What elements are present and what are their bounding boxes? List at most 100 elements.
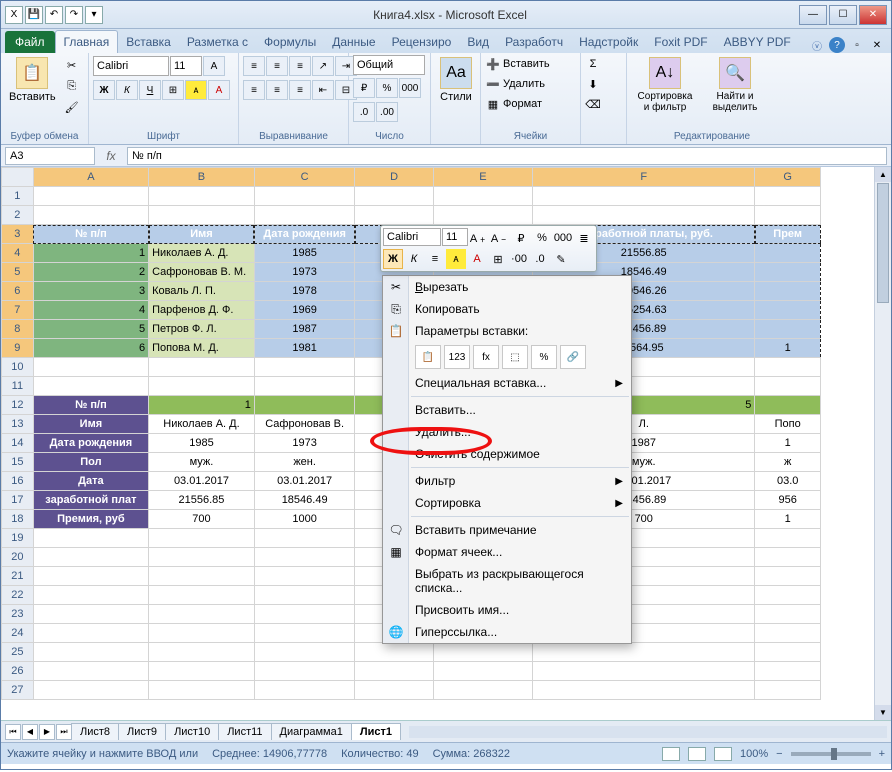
- row-header-3[interactable]: 3: [2, 225, 34, 244]
- ctx-format-cells[interactable]: ▦Формат ячеек...: [383, 541, 631, 563]
- cell-G22[interactable]: [755, 586, 821, 605]
- row-header-14[interactable]: 14: [2, 434, 34, 453]
- cell-G12[interactable]: [755, 396, 821, 415]
- cell-B23[interactable]: [149, 605, 255, 624]
- cell-B2[interactable]: [149, 206, 255, 225]
- align-mid-icon[interactable]: ≡: [266, 56, 288, 76]
- col-header-E[interactable]: E: [433, 168, 532, 187]
- copy-icon[interactable]: ⎘: [62, 76, 82, 96]
- tab-data[interactable]: Данные: [324, 31, 383, 53]
- font-size-combo[interactable]: 11: [170, 56, 202, 76]
- ribbon-options-icon[interactable]: ▫: [849, 37, 865, 53]
- mini-font-combo[interactable]: Calibri: [383, 228, 441, 246]
- ctx-paste-special[interactable]: Специальная вставка...▶: [383, 372, 631, 394]
- row-header-27[interactable]: 27: [2, 681, 34, 700]
- mini-currency-icon[interactable]: ₽: [511, 228, 531, 248]
- clear-button[interactable]: ⌫: [585, 96, 601, 112]
- cell-B21[interactable]: [149, 567, 255, 586]
- zoom-in-icon[interactable]: +: [879, 748, 885, 760]
- col-header-F[interactable]: F: [533, 168, 755, 187]
- cell-G19[interactable]: [755, 529, 821, 548]
- cell-A25[interactable]: [33, 643, 148, 662]
- cell-C2[interactable]: [254, 206, 355, 225]
- styles-button[interactable]: Aa Стили: [435, 55, 477, 105]
- align-top-icon[interactable]: ≡: [243, 56, 265, 76]
- sort-filter-button[interactable]: A↓ Сортировка и фильтр: [631, 55, 699, 115]
- cell-B13[interactable]: Николаев А. Д.: [149, 415, 255, 434]
- cell-C26[interactable]: [254, 662, 355, 681]
- cell-F26[interactable]: [533, 662, 755, 681]
- mini-format-painter-icon[interactable]: ✎: [551, 249, 571, 269]
- dec-decimal-icon[interactable]: .00: [376, 102, 398, 122]
- cell-B20[interactable]: [149, 548, 255, 567]
- cell-B16[interactable]: 03.01.2017: [149, 472, 255, 491]
- cell-C5[interactable]: 1973: [254, 263, 355, 282]
- cell-A1[interactable]: [33, 187, 148, 206]
- tab-addins[interactable]: Надстройк: [571, 31, 646, 53]
- cell-F25[interactable]: [533, 643, 755, 662]
- cell-F2[interactable]: [533, 206, 755, 225]
- doc-close-icon[interactable]: ✕: [869, 37, 885, 53]
- orientation-icon[interactable]: ↗: [312, 56, 334, 76]
- scroll-thumb[interactable]: [877, 183, 889, 303]
- cell-A17[interactable]: заработной плат: [33, 491, 148, 510]
- minimize-button[interactable]: —: [799, 5, 827, 25]
- row-header-12[interactable]: 12: [2, 396, 34, 415]
- paste-opt-transpose-icon[interactable]: ⬚: [502, 345, 528, 369]
- cell-A18[interactable]: Премия, руб: [33, 510, 148, 529]
- cell-B24[interactable]: [149, 624, 255, 643]
- cell-C6[interactable]: 1978: [254, 282, 355, 301]
- cell-B14[interactable]: 1985: [149, 434, 255, 453]
- align-left-icon[interactable]: ≡: [243, 80, 265, 100]
- paste-opt-all-icon[interactable]: 📋: [415, 345, 441, 369]
- cell-A15[interactable]: Пол: [33, 453, 148, 472]
- cell-G15[interactable]: ж: [755, 453, 821, 472]
- mini-fill-color-icon[interactable]: ᴀ: [446, 249, 466, 269]
- minimize-ribbon-icon[interactable]: ⓥ: [809, 37, 825, 53]
- delete-cells-button[interactable]: ➖Удалить: [485, 76, 545, 92]
- align-right-icon[interactable]: ≡: [289, 80, 311, 100]
- cell-C21[interactable]: [254, 567, 355, 586]
- row-header-8[interactable]: 8: [2, 320, 34, 339]
- cell-F1[interactable]: [533, 187, 755, 206]
- tab-formulas[interactable]: Формулы: [256, 31, 324, 53]
- row-header-6[interactable]: 6: [2, 282, 34, 301]
- cell-G1[interactable]: [755, 187, 821, 206]
- cell-G14[interactable]: 1: [755, 434, 821, 453]
- cell-B4[interactable]: Николаев А. Д.: [149, 244, 255, 263]
- cell-A2[interactable]: [33, 206, 148, 225]
- cell-D1[interactable]: [355, 187, 433, 206]
- cell-G4[interactable]: [755, 244, 821, 263]
- bold-button[interactable]: Ж: [93, 80, 115, 100]
- cell-C16[interactable]: 03.01.2017: [254, 472, 355, 491]
- page-layout-view-icon[interactable]: [688, 747, 706, 761]
- cell-G23[interactable]: [755, 605, 821, 624]
- cell-G3[interactable]: Прем: [755, 225, 821, 244]
- cell-E1[interactable]: [433, 187, 532, 206]
- zoom-level[interactable]: 100%: [740, 748, 768, 760]
- sheet-nav-prev-icon[interactable]: ◀: [22, 724, 38, 740]
- tab-review[interactable]: Рецензиро: [384, 31, 460, 53]
- cell-C24[interactable]: [254, 624, 355, 643]
- row-header-16[interactable]: 16: [2, 472, 34, 491]
- format-cells-button[interactable]: ▦Формат: [485, 96, 542, 112]
- cell-B25[interactable]: [149, 643, 255, 662]
- cell-C20[interactable]: [254, 548, 355, 567]
- cell-C27[interactable]: [254, 681, 355, 700]
- cell-B5[interactable]: Сафроновав В. М.: [149, 263, 255, 282]
- percent-icon[interactable]: %: [376, 78, 398, 98]
- tab-home[interactable]: Главная: [55, 30, 119, 53]
- cell-G5[interactable]: [755, 263, 821, 282]
- cell-A27[interactable]: [33, 681, 148, 700]
- row-header-20[interactable]: 20: [2, 548, 34, 567]
- cell-B1[interactable]: [149, 187, 255, 206]
- cell-A23[interactable]: [33, 605, 148, 624]
- cell-A13[interactable]: Имя: [33, 415, 148, 434]
- cell-B27[interactable]: [149, 681, 255, 700]
- ctx-filter[interactable]: Фильтр▶: [383, 470, 631, 492]
- comma-icon[interactable]: 000: [399, 78, 421, 98]
- sheet-nav-last-icon[interactable]: ⏭: [56, 724, 72, 740]
- cell-G24[interactable]: [755, 624, 821, 643]
- cell-C8[interactable]: 1987: [254, 320, 355, 339]
- cell-A5[interactable]: 2: [33, 263, 148, 282]
